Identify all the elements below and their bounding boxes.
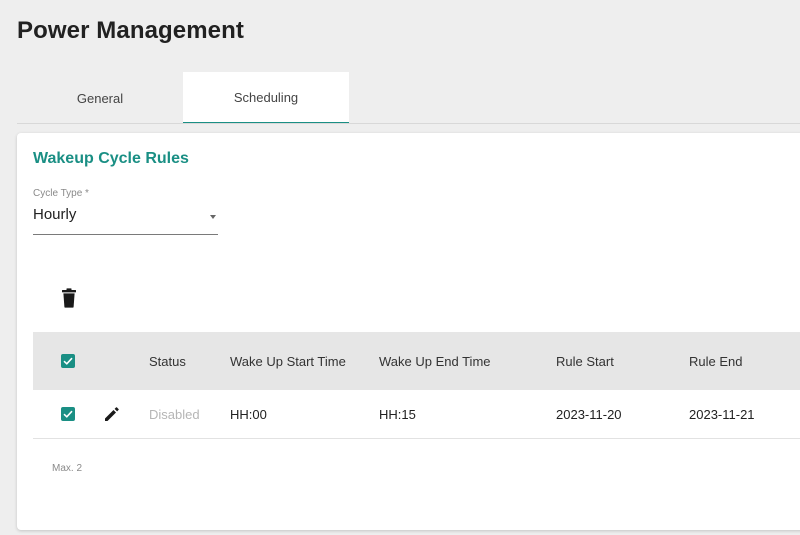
page-title: Power Management [17,17,244,44]
trash-icon[interactable] [61,288,77,308]
wakeup-cycle-card: Wakeup Cycle Rules Cycle Type * Hourly S… [17,133,800,530]
tab-general[interactable]: General [17,72,183,124]
rule-start-cell: 2023-11-20 [556,406,622,422]
tab-bar: General Scheduling [17,72,800,124]
header-rule-start[interactable]: Rule Start [556,332,614,390]
end-time-cell: HH:15 [379,406,416,422]
tab-divider [17,123,800,124]
row-checkbox[interactable] [61,407,75,421]
rules-table: Status Wake Up Start Time Wake Up End Ti… [33,332,800,439]
edit-icon[interactable] [103,390,121,438]
row-select-cell [61,390,75,438]
select-all-cell [61,332,75,390]
cycle-type-value: Hourly [33,206,77,223]
max-rules-note: Max. 2 [52,463,83,474]
header-wake-up-start-time[interactable]: Wake Up Start Time [230,332,346,390]
section-title: Wakeup Cycle Rules [33,150,189,167]
table-row: Disabled HH:00 HH:15 2023-11-20 2023-11-… [33,390,800,439]
header-status[interactable]: Status [149,332,186,390]
cycle-type-select[interactable]: Hourly [33,203,218,235]
status-cell: Disabled [149,406,200,422]
table-header-row: Status Wake Up Start Time Wake Up End Ti… [33,332,800,390]
rule-end-cell: 2023-11-21 [689,406,755,422]
select-all-checkbox[interactable] [61,354,75,368]
start-time-cell: HH:00 [230,406,267,422]
header-wake-up-end-time[interactable]: Wake Up End Time [379,332,491,390]
cycle-type-label: Cycle Type * [33,188,89,199]
tab-scheduling[interactable]: Scheduling [183,72,349,124]
header-rule-end[interactable]: Rule End [689,332,742,390]
dropdown-arrow-icon [210,215,216,219]
